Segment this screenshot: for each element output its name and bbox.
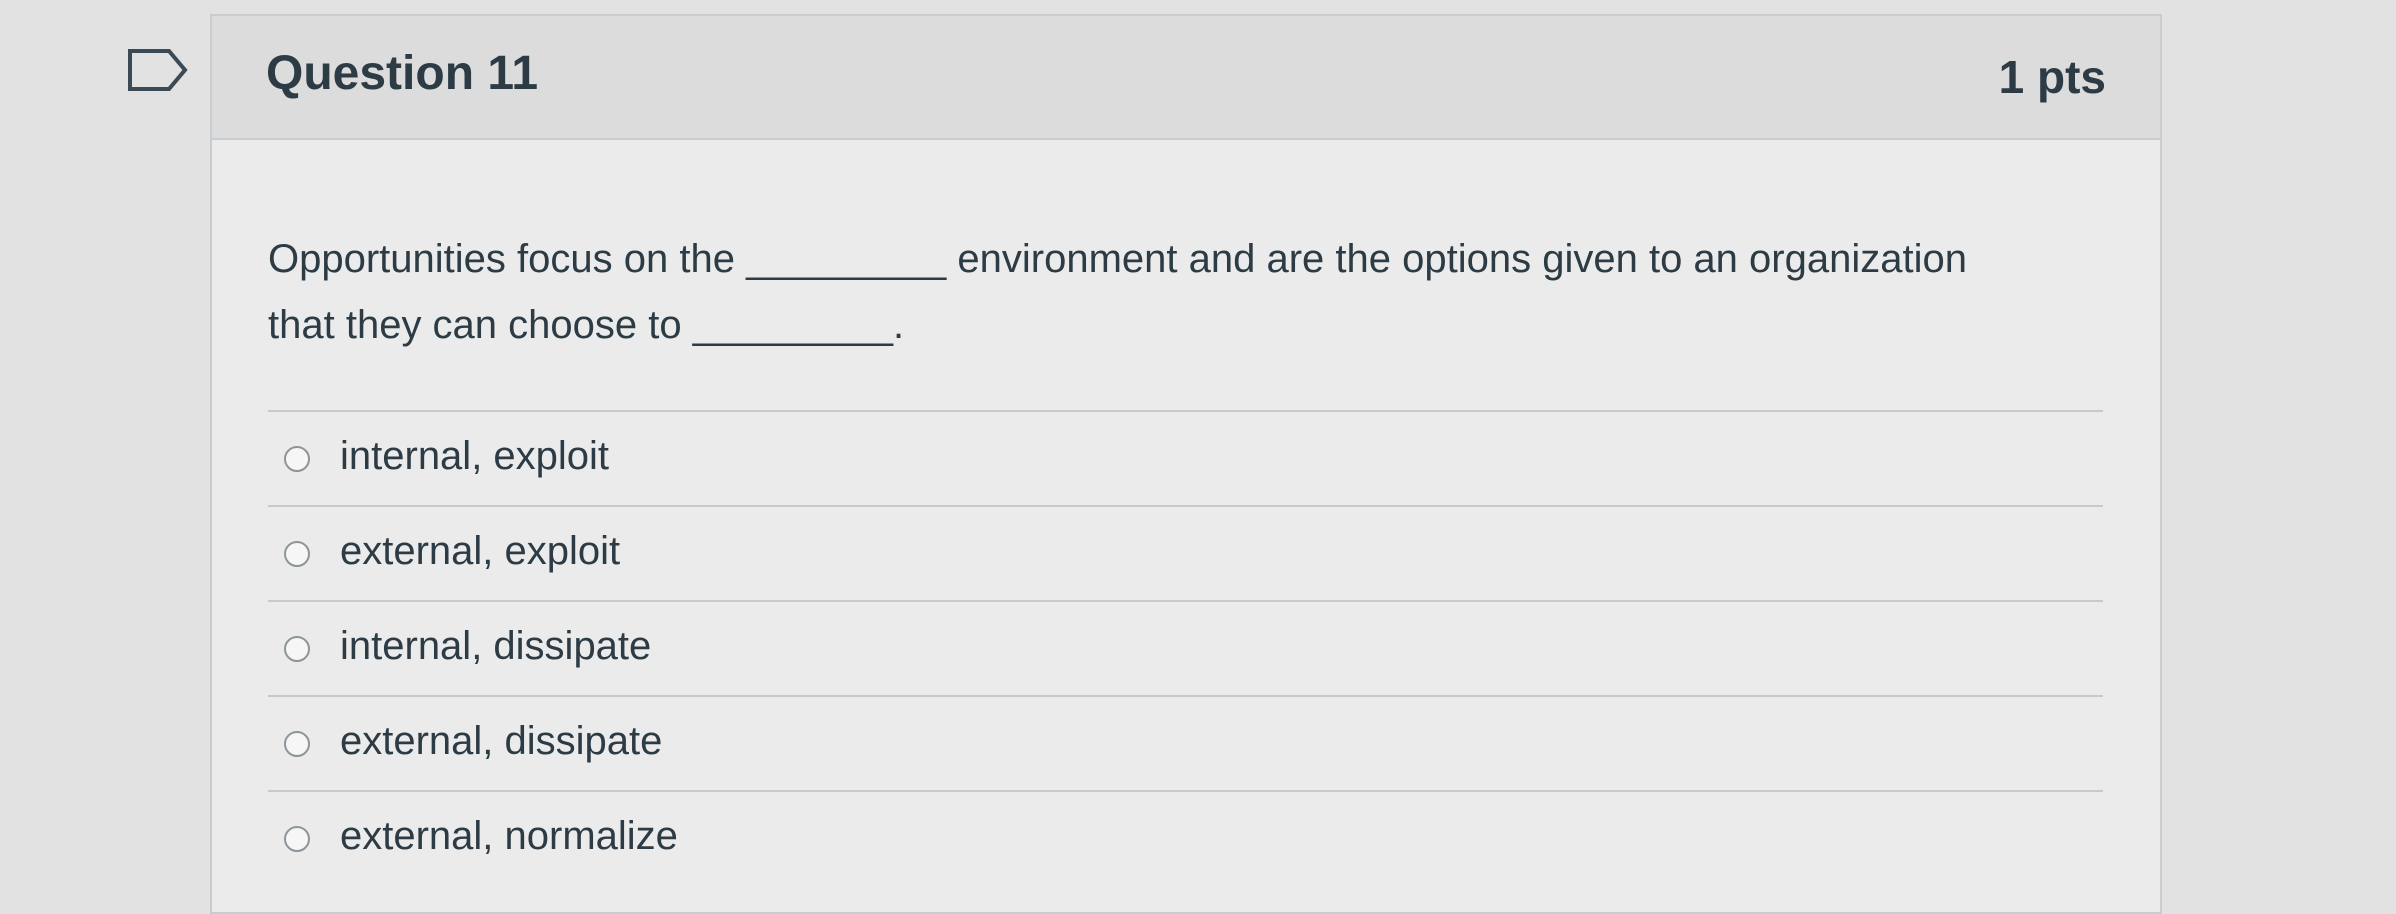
question-points: 1 pts: [1998, 51, 2106, 103]
question-text-line-2: that they can choose to _________.: [268, 303, 905, 347]
radio-button[interactable]: [284, 446, 310, 472]
question-title: Question 11: [266, 47, 539, 100]
answer-option-2[interactable]: external, exploit: [268, 507, 2103, 602]
flag-question-icon[interactable]: [127, 48, 189, 92]
answer-option-5[interactable]: external, normalize: [268, 792, 2103, 885]
answer-label: external, normalize: [340, 814, 678, 858]
question-card: Question 11 1 pts Opportunities focus on…: [210, 14, 2162, 914]
question-header: Question 11 1 pts: [212, 16, 2160, 140]
answer-label: external, exploit: [340, 529, 621, 573]
answer-list: internal, exploit external, exploit inte…: [268, 410, 2103, 885]
radio-button[interactable]: [284, 541, 310, 567]
answer-label: internal, exploit: [340, 434, 610, 478]
question-text: Opportunities focus on the _________ env…: [268, 226, 2118, 358]
question-text-line-1: Opportunities focus on the _________ env…: [268, 237, 1967, 281]
answer-option-1[interactable]: internal, exploit: [268, 412, 2103, 507]
radio-button[interactable]: [284, 731, 310, 757]
answer-label: internal, dissipate: [340, 624, 652, 668]
radio-button[interactable]: [284, 826, 310, 852]
radio-button[interactable]: [284, 636, 310, 662]
answer-option-3[interactable]: internal, dissipate: [268, 602, 2103, 697]
answer-label: external, dissipate: [340, 719, 663, 763]
answer-option-4[interactable]: external, dissipate: [268, 697, 2103, 792]
